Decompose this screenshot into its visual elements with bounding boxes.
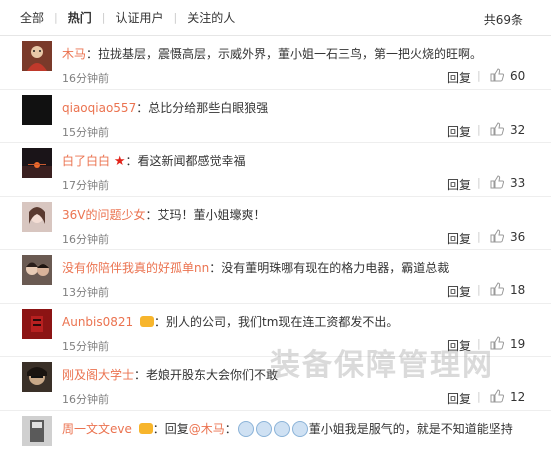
commenter-name[interactable]: Aunbis0821: [62, 315, 133, 329]
emoji-icon: [238, 421, 254, 437]
emoji-icon: [256, 421, 272, 437]
divider: |: [477, 390, 481, 403]
comment-content: 总比分给那些白眼狼强: [148, 101, 268, 115]
divider: |: [477, 283, 481, 296]
like-count: 33: [510, 176, 525, 190]
avatar[interactable]: [22, 362, 52, 392]
tab-divider: |: [173, 11, 177, 24]
avatar[interactable]: [22, 202, 52, 232]
comment-item: 刚及阁大学士：老娘开股东大会你们不敢 16分钟前 回复 | 12: [0, 357, 551, 411]
comment-content: 董小姐我是服气的，就是不知道能坚持: [309, 422, 513, 436]
comment-text-line: qiaoqiao557：总比分给那些白眼狼强: [62, 99, 268, 116]
commenter-name[interactable]: 木马: [62, 47, 86, 61]
comment-text-line: Aunbis0821 ：别人的公司，我们tm现在连工资都发不出。: [62, 313, 398, 330]
divider: |: [477, 123, 481, 136]
comment-filter-bar: 全部 | 热门 | 认证用户 | 关注的人 共69条: [0, 0, 551, 36]
thumbs-up-icon[interactable]: [490, 68, 504, 82]
thumbs-up-icon[interactable]: [490, 282, 504, 296]
comment-text-line: 没有你陪伴我真的好孤单nn：没有董明珠哪有现在的格力电器，霸道总裁: [62, 259, 449, 276]
avatar[interactable]: [22, 148, 52, 178]
thumbs-up-icon[interactable]: [490, 336, 504, 350]
reply-button[interactable]: 回复: [447, 390, 471, 407]
avatar[interactable]: [22, 309, 52, 339]
comment-item: 没有你陪伴我真的好孤单nn：没有董明珠哪有现在的格力电器，霸道总裁 13分钟前 …: [0, 250, 551, 304]
like-count: 60: [510, 69, 525, 83]
avatar[interactable]: [22, 95, 52, 125]
reply-button[interactable]: 回复: [447, 69, 471, 86]
thumbs-up-icon[interactable]: [490, 389, 504, 403]
divider: |: [477, 230, 481, 243]
like-count: 12: [510, 390, 525, 404]
tab-following[interactable]: 关注的人: [187, 9, 235, 26]
comment-item: Aunbis0821 ：别人的公司，我们tm现在连工资都发不出。 15分钟前 回…: [0, 304, 551, 358]
avatar[interactable]: [22, 416, 52, 446]
comment-item: 周一文文eve ：回复@木马：董小姐我是服气的，就是不知道能坚持: [0, 411, 551, 464]
comment-item: 木马：拉拢基层，震慑高层，示威外界，董小姐一石三鸟，第一把火烧的旺啊。 16分钟…: [0, 36, 551, 90]
comment-time: 16分钟前: [62, 391, 109, 407]
tab-divider: |: [102, 11, 106, 24]
comment-text-line: 木马：拉拢基层，震慑高层，示威外界，董小姐一石三鸟，第一把火烧的旺啊。: [62, 45, 482, 62]
comment-time: 13分钟前: [62, 284, 109, 300]
comment-item: 36V的问题少女：艾玛！董小姐壕爽！ 16分钟前 回复 | 36: [0, 197, 551, 251]
comment-time: 15分钟前: [62, 338, 109, 354]
reply-button[interactable]: 回复: [447, 230, 471, 247]
comment-time: 17分钟前: [62, 177, 109, 193]
comment-item: qiaoqiao557：总比分给那些白眼狼强 15分钟前 回复 | 32: [0, 90, 551, 144]
comment-total-count: 共69条: [484, 11, 523, 28]
tab-verified-users[interactable]: 认证用户: [115, 9, 163, 26]
comment-text-line: 36V的问题少女：艾玛！董小姐壕爽！: [62, 206, 266, 223]
divider: |: [477, 69, 481, 82]
comment-content: 老娘开股东大会你们不敢: [146, 368, 278, 382]
emoji-icon: [292, 421, 308, 437]
comment-item: 白了白白 ★：看这新闻都感觉幸福 17分钟前 回复 | 33: [0, 143, 551, 197]
tab-all[interactable]: 全部: [20, 9, 44, 26]
reply-button[interactable]: 回复: [447, 337, 471, 354]
comment-content: 看这新闻都感觉幸福: [138, 154, 246, 168]
commenter-name[interactable]: 刚及阁大学士: [62, 368, 134, 382]
like-count: 36: [510, 230, 525, 244]
comment-time: 15分钟前: [62, 124, 109, 140]
like-count: 19: [510, 337, 525, 351]
star-badge-icon: ★: [114, 154, 126, 169]
like-count: 18: [510, 283, 525, 297]
reply-button[interactable]: 回复: [447, 176, 471, 193]
comment-text-line: 白了白白 ★：看这新闻都感觉幸福: [62, 152, 246, 169]
comment-list: 木马：拉拢基层，震慑高层，示威外界，董小姐一石三鸟，第一把火烧的旺啊。 16分钟…: [0, 36, 551, 464]
thumbs-up-icon[interactable]: [490, 175, 504, 189]
divider: |: [477, 176, 481, 189]
like-count: 32: [510, 123, 525, 137]
comment-content: 拉拢基层，震慑高层，示威外界，董小姐一石三鸟，第一把火烧的旺啊。: [98, 47, 482, 61]
emoji-icon: [274, 421, 290, 437]
avatar[interactable]: [22, 255, 52, 285]
avatar[interactable]: [22, 41, 52, 71]
vip-crown-icon: [139, 423, 153, 434]
comment-text-line: 刚及阁大学士：老娘开股东大会你们不敢: [62, 366, 278, 383]
commenter-name[interactable]: qiaoqiao557: [62, 101, 136, 115]
commenter-name[interactable]: 没有你陪伴我真的好孤单nn: [62, 261, 209, 275]
reply-button[interactable]: 回复: [447, 123, 471, 140]
vip-crown-icon: [140, 316, 154, 327]
thumbs-up-icon[interactable]: [490, 122, 504, 136]
comment-time: 16分钟前: [62, 231, 109, 247]
mention-link[interactable]: @木马: [189, 422, 225, 436]
comment-time: 16分钟前: [62, 70, 109, 86]
commenter-name[interactable]: 周一文文eve: [62, 422, 132, 436]
tab-divider: |: [54, 11, 58, 24]
comment-content: 没有董明珠哪有现在的格力电器，霸道总裁: [221, 261, 449, 275]
divider: |: [477, 337, 481, 350]
thumbs-up-icon[interactable]: [490, 229, 504, 243]
commenter-name[interactable]: 白了白白: [62, 154, 110, 168]
tab-hot[interactable]: 热门: [68, 9, 92, 26]
comment-content: 艾玛！董小姐壕爽！: [158, 208, 266, 222]
commenter-name[interactable]: 36V的问题少女: [62, 208, 145, 222]
comment-content: 别人的公司，我们tm现在连工资都发不出。: [166, 315, 398, 329]
reply-button[interactable]: 回复: [447, 283, 471, 300]
